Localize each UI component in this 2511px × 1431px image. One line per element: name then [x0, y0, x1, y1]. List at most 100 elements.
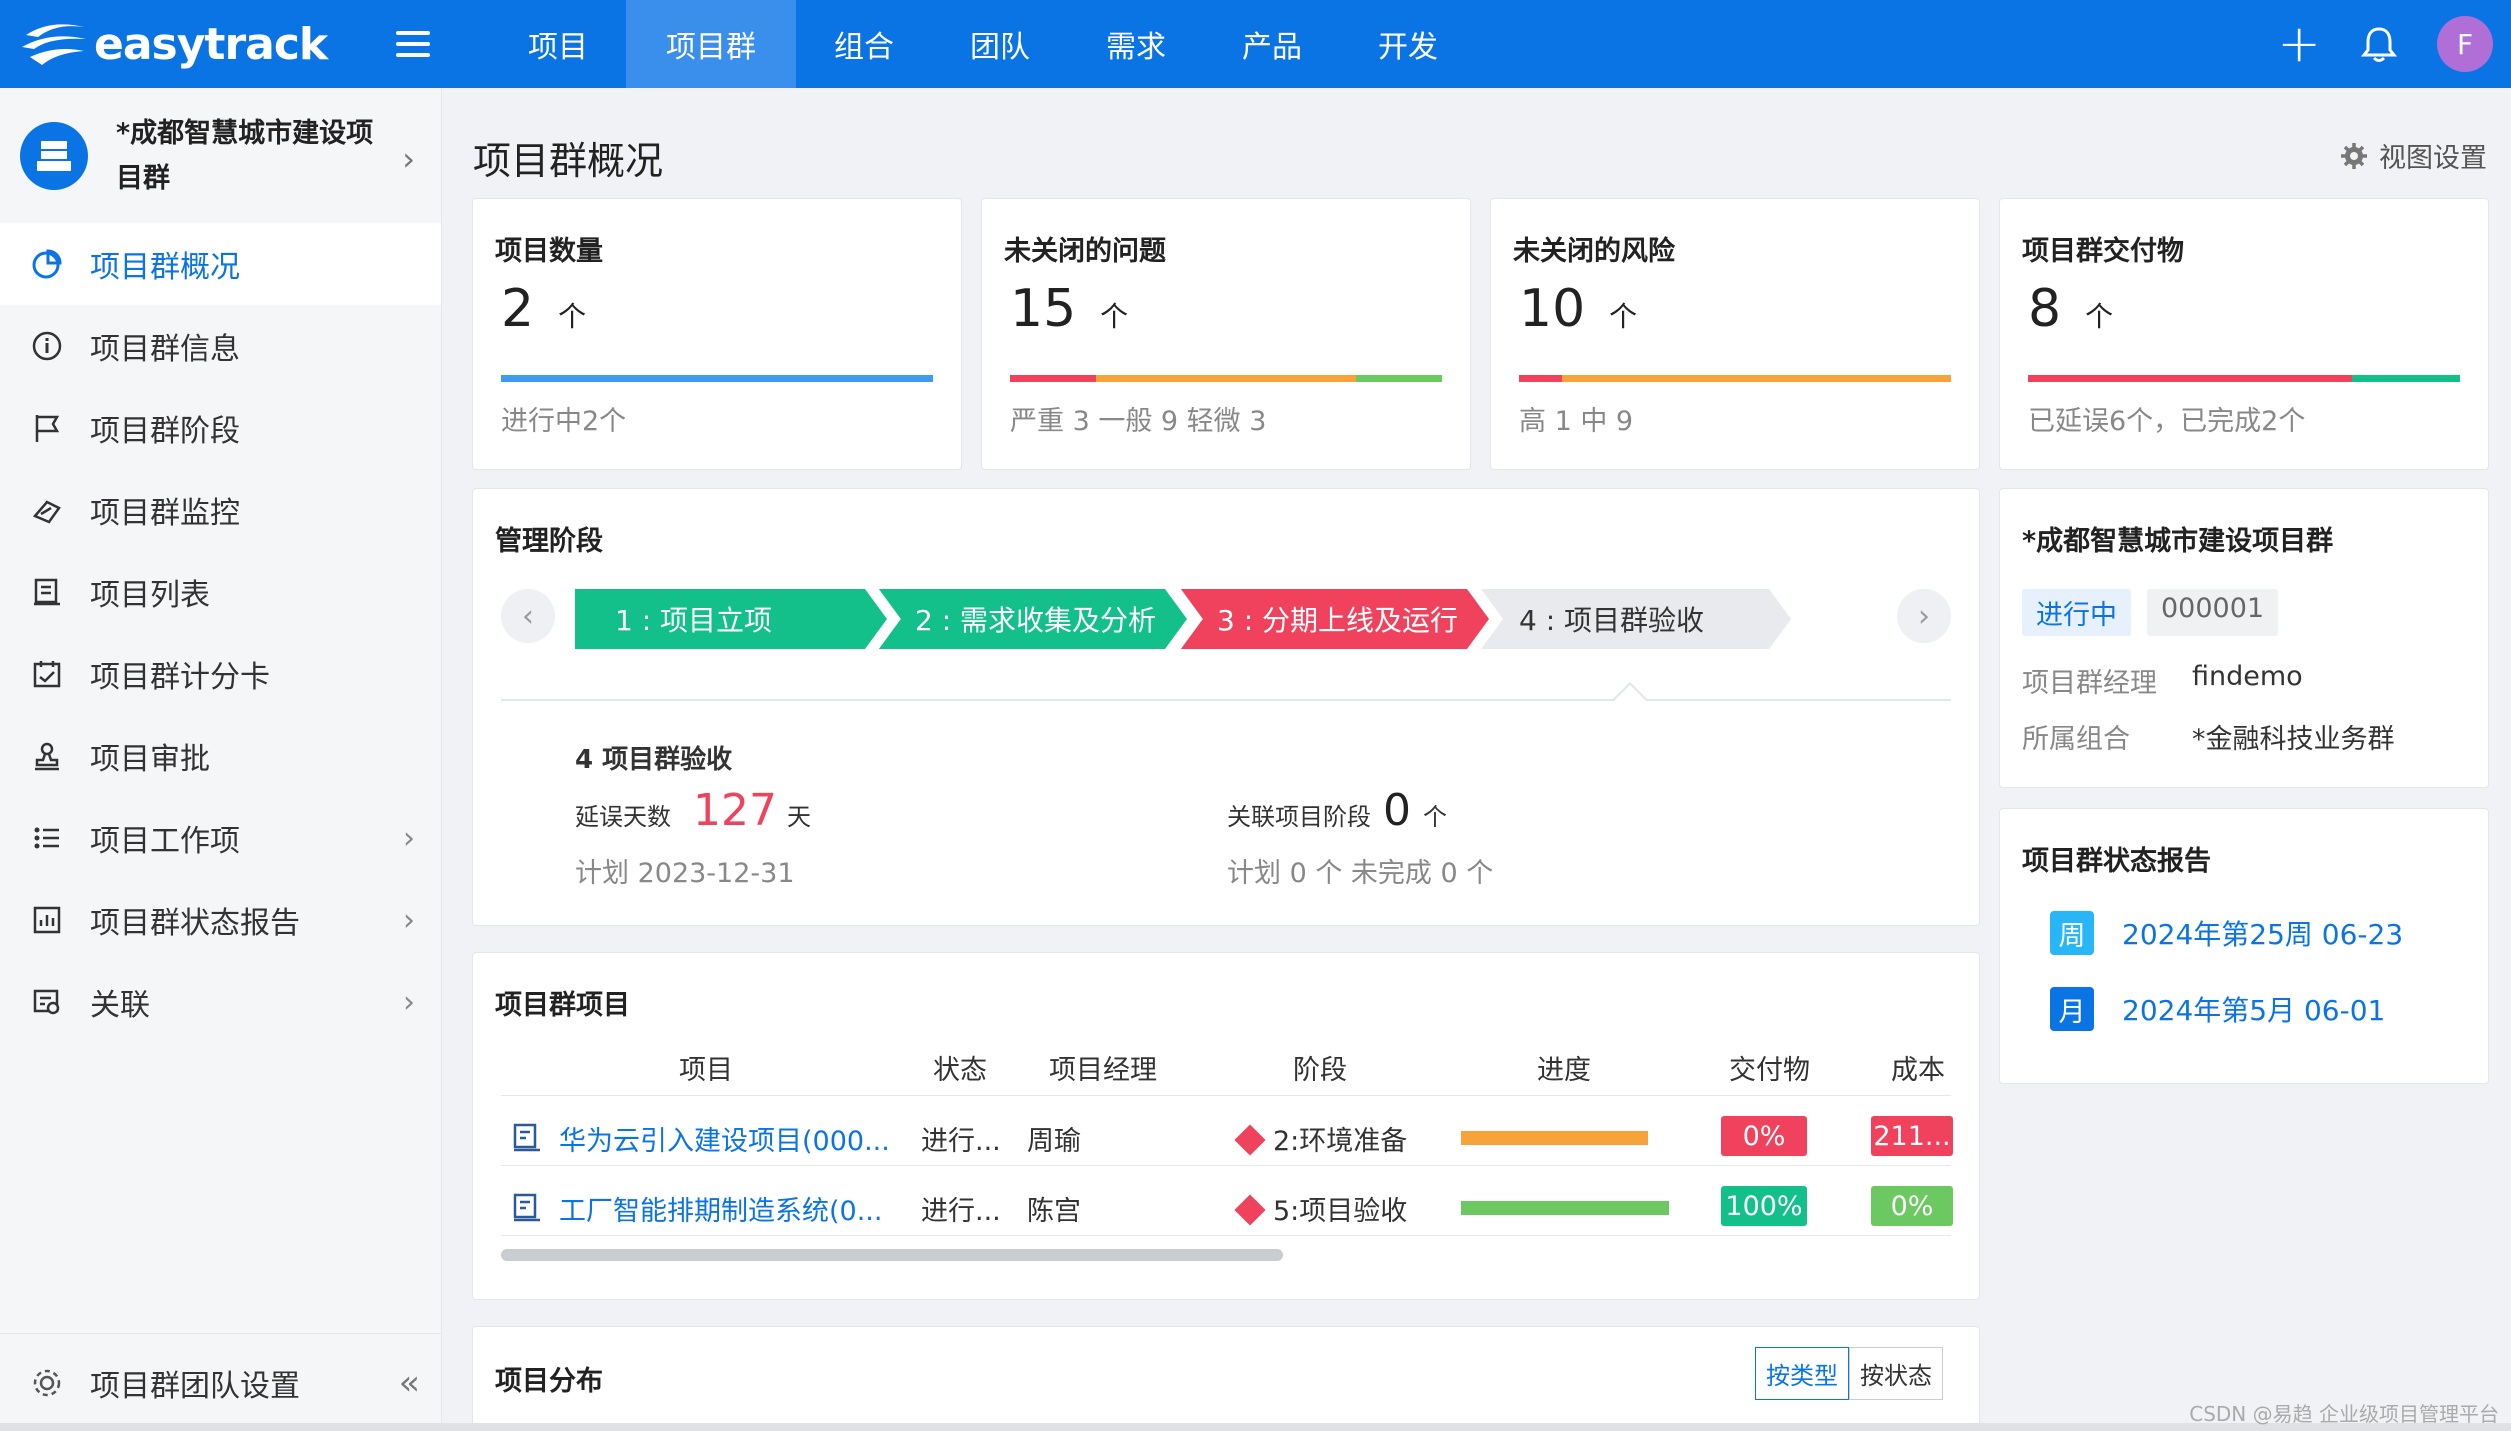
stage-pointer [1613, 682, 1647, 716]
stage-next-button[interactable]: › [1897, 589, 1951, 643]
project-name-link[interactable]: 华为云引入建设项目(000... [559, 1119, 890, 1158]
nav-item-team[interactable]: 团队 [932, 0, 1068, 88]
sidebar-item-scorecard[interactable]: 项目群计分卡 [0, 633, 441, 715]
stat-sub: 进行中2个 [501, 406, 627, 437]
cost-badge: 211... [1871, 1116, 1953, 1156]
sidebar-item-monitor[interactable]: 项目群监控 [0, 469, 441, 551]
progress-bar [1461, 1131, 1648, 1145]
manager-label: 项目群经理 [2022, 668, 2157, 699]
column-header-stage[interactable]: 阶段 [1293, 1048, 1347, 1087]
logo-text: easytrack [94, 18, 328, 70]
nav-item-program[interactable]: 项目群 [626, 0, 796, 88]
section-title: 管理阶段 [495, 526, 603, 557]
stage-2[interactable]: 2 : 需求收集及分析 [877, 589, 1187, 649]
pie-chart-icon [30, 247, 64, 281]
sidebar-item-overview[interactable]: 项目群概况 [0, 223, 441, 305]
sidebar-item-label: 项目工作项 [90, 824, 240, 859]
sidebar-item-status-report[interactable]: 项目群状态报告 › [0, 879, 441, 961]
stage-1[interactable]: 1 : 项目立项 [575, 589, 887, 649]
monitor-icon [30, 493, 64, 527]
report-weekly[interactable]: 周 2024年第25周 06-23 [2050, 911, 2403, 955]
stat-card-risks[interactable]: 未关闭的风险 10 个 高 1 中 9 [1490, 198, 1980, 470]
add-icon[interactable]: + [2277, 18, 2321, 70]
sidebar-item-label: 项目列表 [90, 578, 210, 613]
stage-4[interactable]: 4 : 项目群验收 [1481, 589, 1791, 649]
nav-item-portfolio[interactable]: 组合 [796, 0, 932, 88]
project-manager: 周瑜 [1027, 1126, 1081, 1157]
report-icon [30, 903, 64, 937]
nav-item-projects[interactable]: 项目 [490, 0, 626, 88]
sidebar-item-label: 项目群概况 [90, 250, 240, 285]
stat-card-projects[interactable]: 项目数量 2个 进行中2个 [472, 198, 962, 470]
divider [501, 1165, 1951, 1166]
stat-sub: 已延误6个，已完成2个 [2028, 406, 2306, 437]
top-navbar: easytrack 项目 项目群 组合 团队 需求 产品 开发 + F [0, 0, 2511, 88]
week-icon: 周 [2050, 911, 2094, 955]
column-header-cost[interactable]: 成本 [1891, 1048, 1945, 1087]
toggle-by-type[interactable]: 按类型 [1755, 1347, 1849, 1400]
column-header-progress[interactable]: 进度 [1537, 1048, 1591, 1087]
view-settings-button[interactable]: 视图设置 [2339, 136, 2487, 175]
stat-sub: 高 1 中 9 [1519, 406, 1634, 437]
logo-icon [22, 24, 86, 65]
stamp-icon [30, 739, 64, 773]
portfolio-value[interactable]: *金融科技业务群 [2192, 717, 2395, 756]
nav-item-product[interactable]: 产品 [1204, 0, 1340, 88]
horizontal-scrollbar[interactable] [501, 1249, 1283, 1261]
stat-value: 10 个 [1519, 279, 1638, 339]
stat-card-deliverables[interactable]: 项目群交付物 8个 已延误6个，已完成2个 [1999, 198, 2489, 470]
sidebar-item-project-list[interactable]: 项目列表 [0, 551, 441, 633]
main-content: 项目群概况 视图设置 项目数量 2个 进行中2个 未关闭的问题 15 个 严重 3… [443, 88, 2511, 1431]
stage-prev-button[interactable]: ‹ [501, 589, 555, 643]
portfolio-label: 所属组合 [2022, 724, 2130, 755]
column-header-manager[interactable]: 项目经理 [1049, 1048, 1157, 1087]
month-icon: 月 [2050, 987, 2094, 1031]
cost-badge: 0% [1871, 1186, 1953, 1226]
menu-icon[interactable] [396, 31, 430, 57]
status-badge: 进行中 [2022, 589, 2131, 636]
nav-item-dev[interactable]: 开发 [1340, 0, 1476, 88]
column-header-project[interactable]: 项目 [679, 1048, 733, 1087]
sidebar-item-work-items[interactable]: 项目工作项 › [0, 797, 441, 879]
logo[interactable]: easytrack [20, 17, 360, 71]
stat-title: 项目群交付物 [2022, 236, 2184, 267]
bell-icon[interactable] [2359, 24, 2399, 64]
stage-diamond-icon [1234, 1194, 1266, 1226]
sidebar-item-approval[interactable]: 项目审批 [0, 715, 441, 797]
gear-icon [30, 1366, 64, 1400]
collapse-icon[interactable]: ‹‹ [399, 1363, 420, 1403]
distribution-toggle: 按类型 按状态 [1755, 1347, 1943, 1400]
toggle-by-status[interactable]: 按状态 [1849, 1347, 1943, 1400]
avatar[interactable]: F [2437, 16, 2493, 72]
chevron-right-icon[interactable]: › [402, 140, 415, 178]
project-manager: 陈宫 [1027, 1196, 1081, 1227]
deliverable-badge: 100% [1721, 1186, 1807, 1226]
column-header-deliverables[interactable]: 交付物 [1729, 1048, 1810, 1087]
sidebar-item-label: 项目审批 [90, 742, 210, 777]
report-monthly[interactable]: 月 2024年第5月 06-01 [2050, 987, 2385, 1031]
project-name-link[interactable]: 工厂智能排期制造系统(0... [559, 1189, 882, 1228]
sidebar-item-label: 项目群阶段 [90, 414, 240, 449]
report-link[interactable]: 2024年第5月 06-01 [2122, 989, 2385, 1029]
sidebar-item-links[interactable]: 关联 › [0, 961, 441, 1043]
stage-3[interactable]: 3 : 分期上线及运行 [1179, 589, 1489, 649]
bottom-scrollbar[interactable] [0, 1423, 2511, 1431]
sidebar-item-info[interactable]: 项目群信息 [0, 305, 441, 387]
stat-card-issues[interactable]: 未关闭的问题 15 个 严重 3 一般 9 轻微 3 [981, 198, 1471, 470]
sidebar-item-stages[interactable]: 项目群阶段 [0, 387, 441, 469]
watermark: CSDN @易趋 企业级项目管理平台 [2189, 1402, 2499, 1426]
sidebar-footer-team-settings[interactable]: 项目群团队设置 ‹‹ [0, 1333, 442, 1431]
scorecard-icon [30, 657, 64, 691]
section-title: 项目群项目 [495, 990, 630, 1021]
gear-icon [2341, 142, 2367, 169]
project-icon [513, 1123, 540, 1152]
sidebar-header[interactable]: *成都智慧城市建设项目群 › [0, 88, 441, 223]
nav-item-requirements[interactable]: 需求 [1068, 0, 1204, 88]
stat-sub: 严重 3 一般 9 轻微 3 [1010, 406, 1267, 437]
stages-card: 管理阶段 ‹ 1 : 项目立项 2 : 需求收集及分析 3 : 分期上线及运行 … [472, 488, 1980, 926]
column-header-status[interactable]: 状态 [933, 1048, 987, 1087]
report-link[interactable]: 2024年第25周 06-23 [2122, 913, 2403, 953]
stat-value: 15 个 [1010, 279, 1129, 339]
linked-stages: 关联项目阶段 0 个 [1227, 785, 1447, 836]
status-row: 进行中 000001 [2022, 589, 2279, 636]
